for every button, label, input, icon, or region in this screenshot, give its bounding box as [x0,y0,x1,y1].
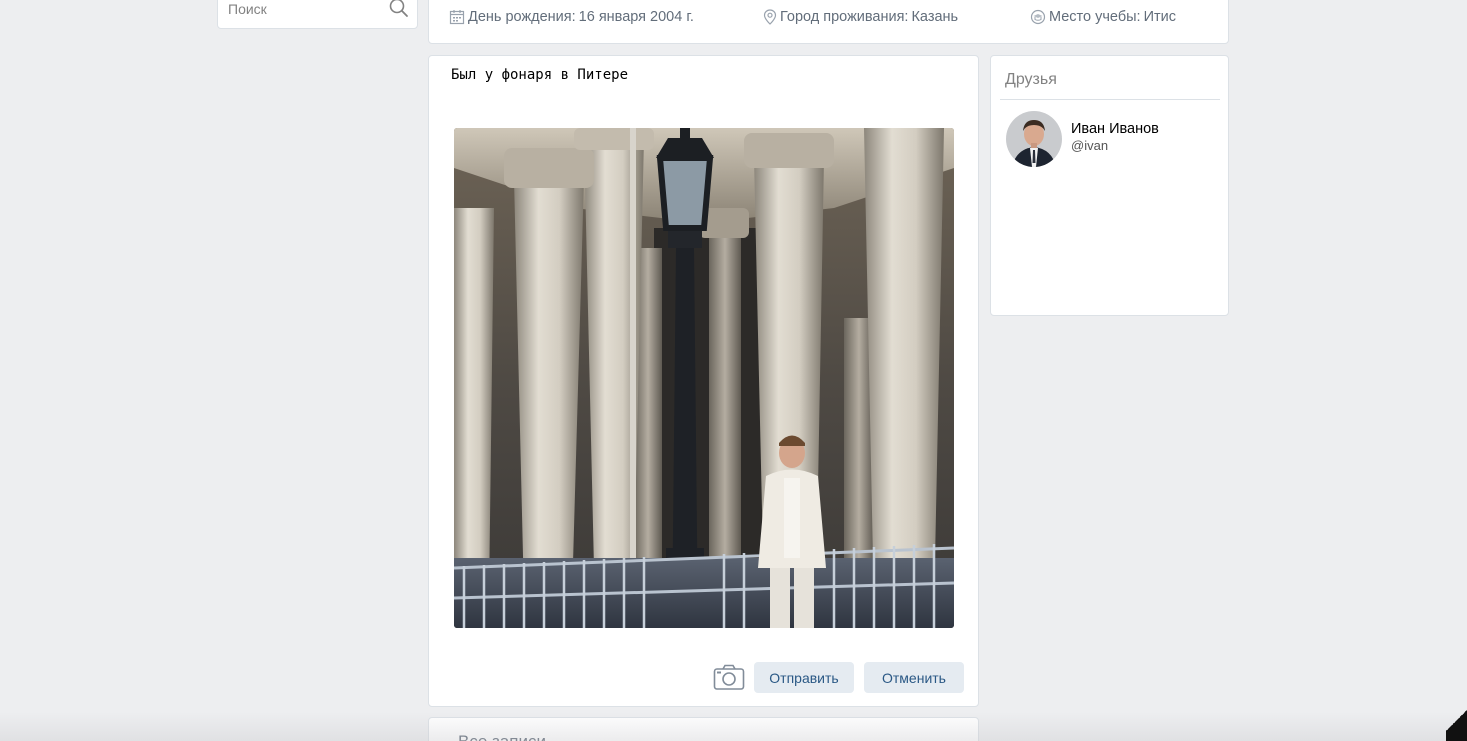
cancel-button[interactable]: Отменить [864,662,964,693]
birthday-info: День рождения: 16 января 2004 г. [449,7,694,27]
photo-image [454,128,954,628]
camera-icon[interactable] [713,663,745,691]
friend-name[interactable]: Иван Иванов [1071,121,1159,137]
education-icon [1030,9,1046,25]
send-button[interactable]: Отправить [754,662,854,693]
friends-divider [1000,99,1220,100]
location-pin-icon [763,9,777,25]
city-info: Город проживания: Казань [763,7,958,27]
study-label: Место учебы: [1049,9,1141,25]
city-value: Казань [911,9,959,25]
avatar-image [1006,111,1062,167]
post-text[interactable]: Был у фонаря в Питере [451,67,951,83]
window-corner [1446,700,1467,741]
search-icon[interactable] [388,0,410,19]
city-label: Город проживания: [780,9,909,25]
friend-item[interactable]: Иван Иванов @ivan [1006,111,1216,167]
all-posts-card: Все записи [428,717,979,741]
study-info: Место учебы: Итис [1030,7,1176,27]
friends-title: Друзья [1005,71,1057,88]
friends-card: Друзья Иван Иванов @ivan [990,55,1229,316]
study-value: Итис [1143,9,1177,25]
birthday-value: 16 января 2004 г. [578,9,694,25]
all-posts-title: Все записи [458,732,546,741]
search-input[interactable] [228,0,388,19]
friend-handle: @ivan [1071,138,1109,153]
post-photo [454,128,954,628]
profile-info-card: День рождения: 16 января 2004 г. Город п… [428,0,1229,44]
avatar[interactable] [1006,111,1062,167]
post-card: Был у фонаря в Питере Отправить Отменить [428,55,979,707]
birthday-label: День рождения: [468,9,576,25]
calendar-icon [449,10,465,25]
